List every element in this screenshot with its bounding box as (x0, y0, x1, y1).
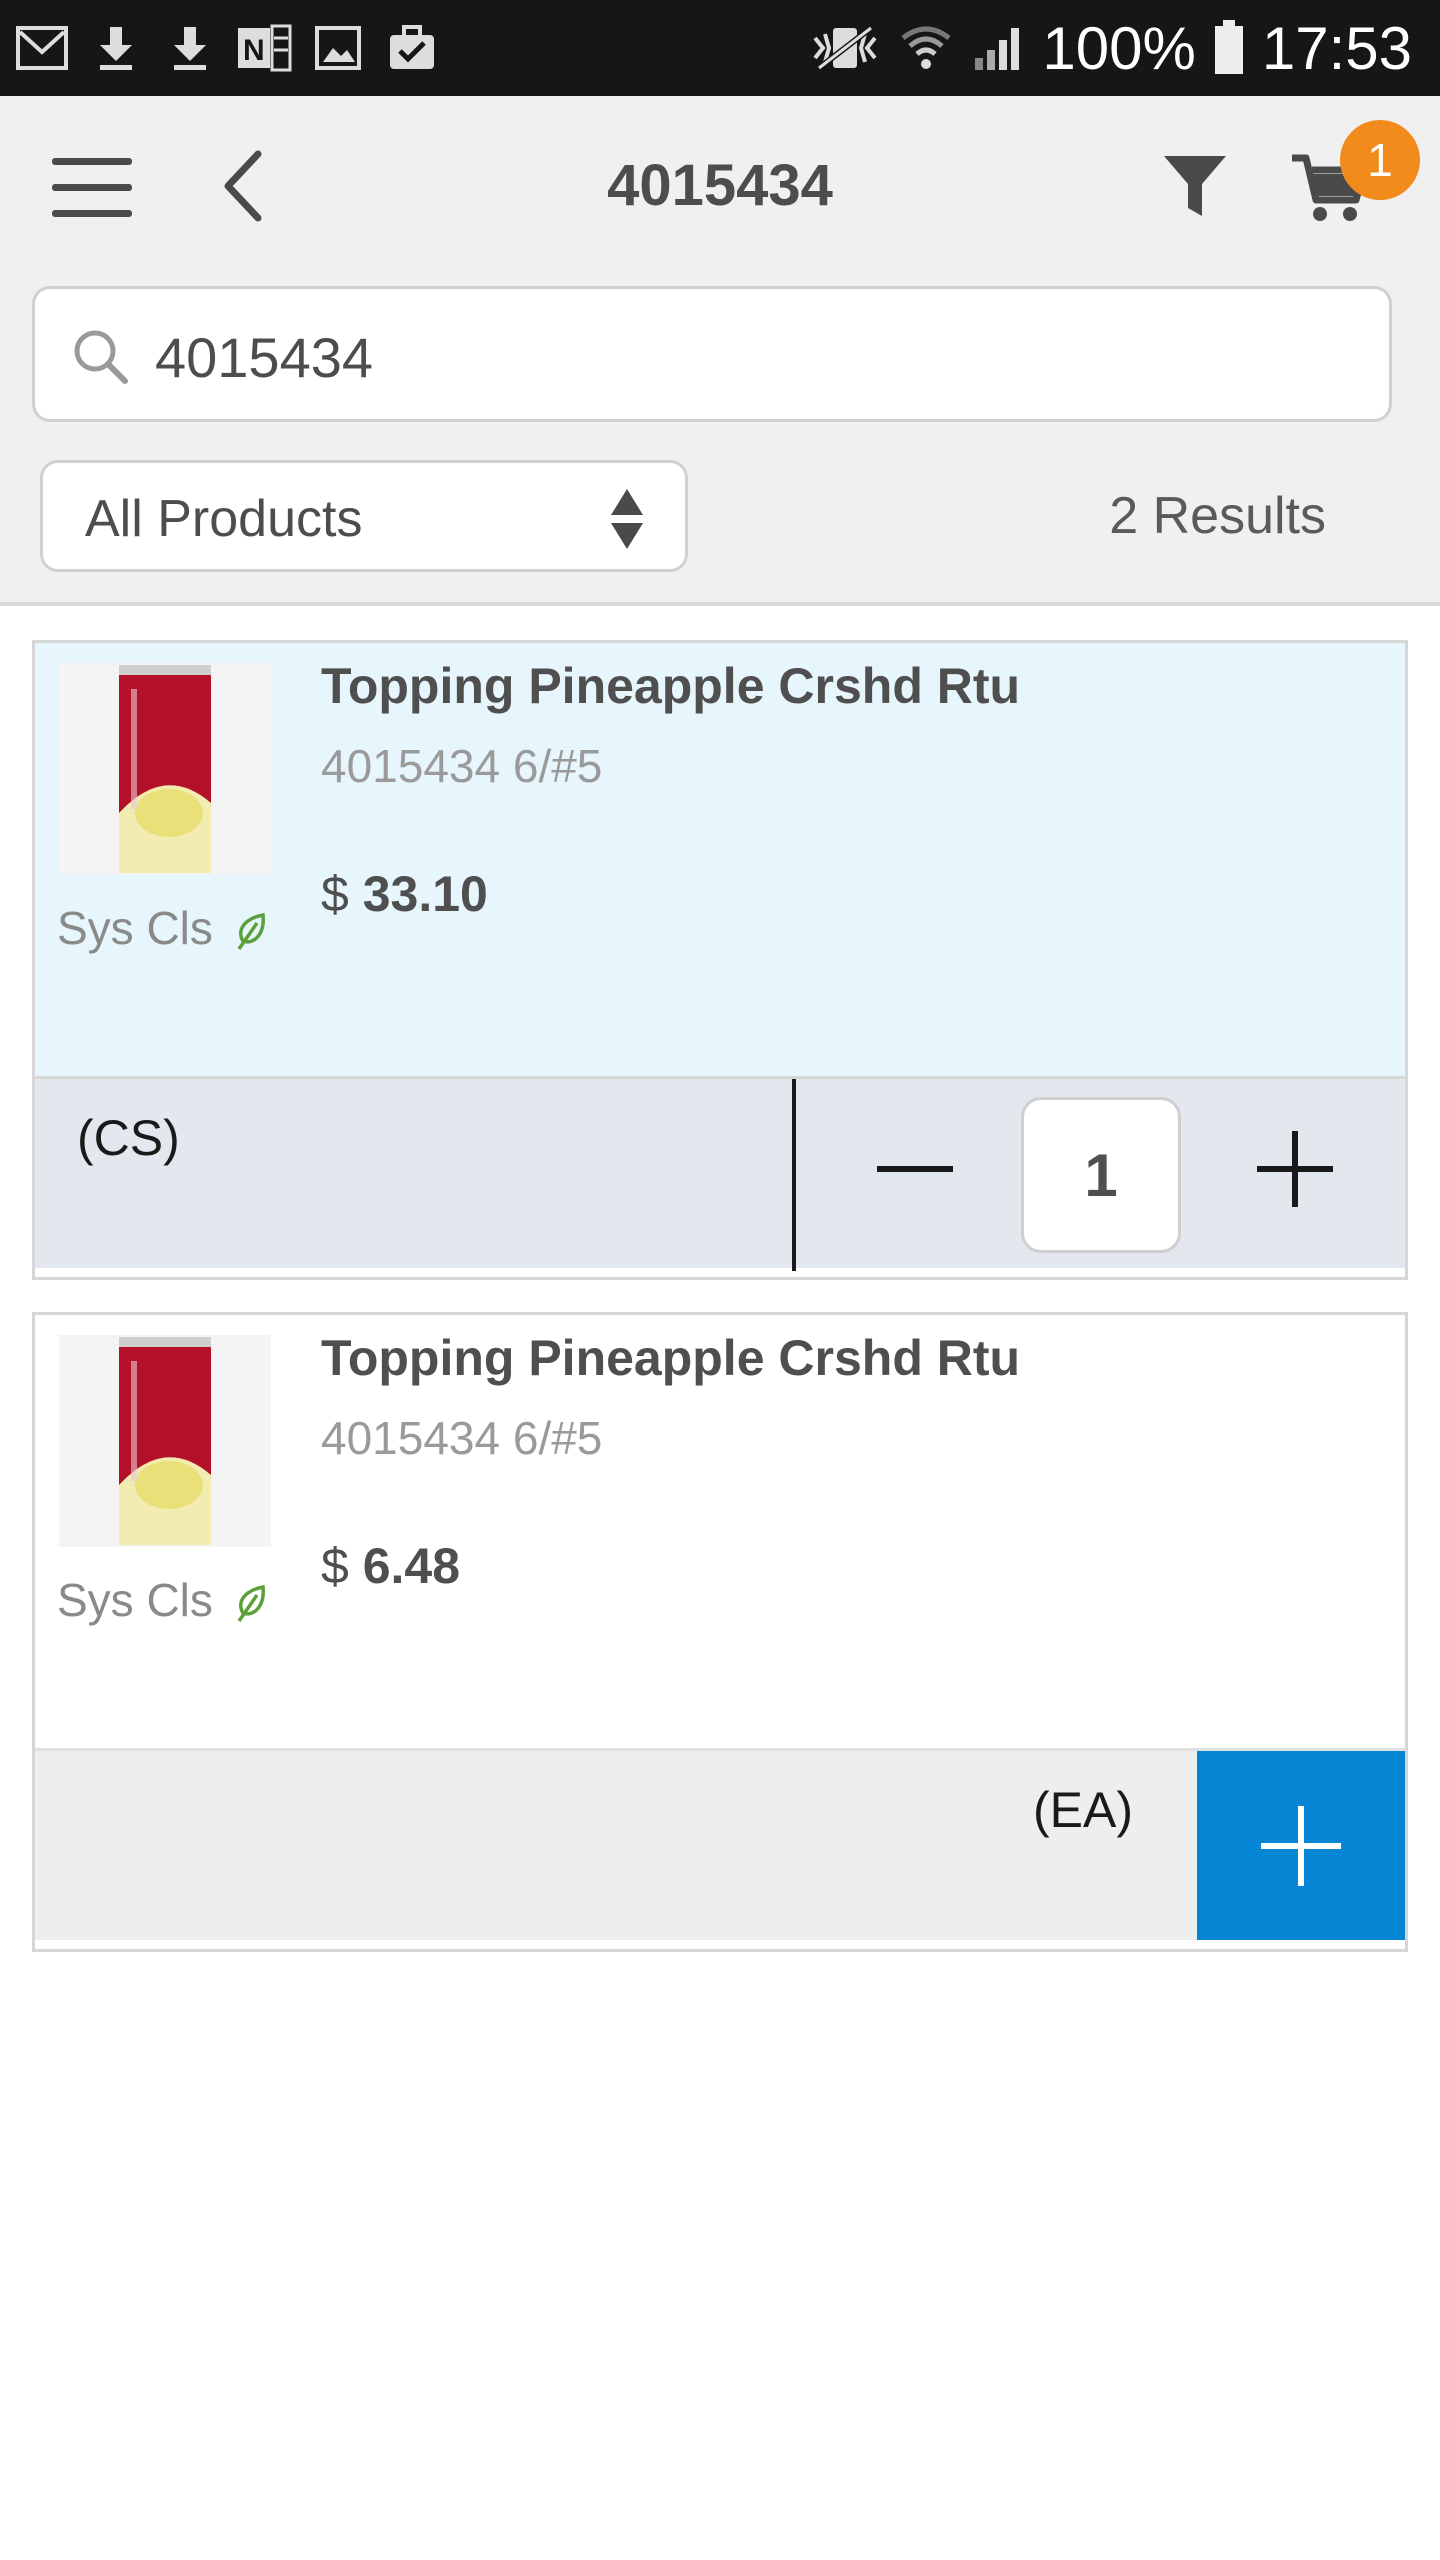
plus-icon (1261, 1805, 1341, 1886)
clock: 17:53 (1261, 14, 1412, 82)
status-bar: N 100% 17:53 (0, 0, 1440, 96)
product-name[interactable]: Topping Pineapple Crshd Rtu (321, 657, 1020, 715)
price-value: 33.10 (362, 866, 488, 922)
product-image (59, 1335, 271, 1547)
price-currency: $ (321, 1538, 349, 1594)
gmail-icon (14, 20, 70, 76)
search-icon (71, 327, 131, 387)
add-to-cart-button[interactable] (1197, 1751, 1405, 1940)
app-header: 4015434 1 (0, 96, 1440, 276)
product-name[interactable]: Topping Pineapple Crshd Rtu (321, 1329, 1020, 1387)
product-price: $ 6.48 (321, 1537, 460, 1595)
brand-label: Sys Cls (57, 902, 213, 954)
product-card-body[interactable]: Sys Cls Topping Pineapple Crshd Rtu 4015… (35, 643, 1405, 1076)
product-card[interactable]: Sys Cls Topping Pineapple Crshd Rtu 4015… (32, 1312, 1408, 1952)
wifi-icon (898, 20, 954, 76)
product-card[interactable]: Sys Cls Topping Pineapple Crshd Rtu 4015… (32, 640, 1408, 1280)
search-input[interactable] (155, 317, 1355, 397)
vibrate-icon (808, 20, 882, 76)
product-price: $ 33.10 (321, 865, 488, 923)
onenote-icon: N (236, 20, 292, 76)
product-code: 4015434 6/#5 (321, 740, 603, 792)
quantity-input[interactable]: 1 (1021, 1097, 1181, 1253)
order-controls: (CS) 1 (35, 1076, 1405, 1271)
filter-icon[interactable] (1160, 152, 1230, 222)
svg-text:N: N (243, 34, 265, 67)
decrease-quantity-button[interactable] (855, 1119, 975, 1219)
download-icon (162, 20, 218, 76)
cart-badge: 1 (1340, 120, 1420, 200)
clipboard-check-icon (384, 20, 440, 76)
price-value: 6.48 (362, 1538, 461, 1594)
signal-icon (970, 20, 1026, 76)
price-currency: $ (321, 866, 349, 922)
product-brand: Sys Cls (57, 1573, 271, 1627)
order-controls: (EA) (35, 1748, 1405, 1940)
product-code: 4015434 6/#5 (321, 1412, 603, 1464)
download-icon (88, 20, 144, 76)
leaf-icon (233, 1580, 271, 1622)
battery-icon (1212, 20, 1246, 76)
leaf-icon (233, 908, 271, 950)
status-bar-notifications: N (14, 0, 440, 96)
image-icon (310, 20, 366, 76)
unit-of-measure: (CS) (77, 1110, 180, 1166)
brand-label: Sys Cls (57, 1574, 213, 1626)
increase-quantity-button[interactable] (1235, 1119, 1355, 1219)
search-box[interactable] (32, 286, 1392, 422)
status-bar-system: 100% 17:53 (808, 0, 1412, 96)
select-sort-arrows-icon (599, 485, 655, 553)
search-section: All Products 2 Results (0, 276, 1440, 606)
product-brand: Sys Cls (57, 901, 271, 955)
product-image (59, 663, 271, 875)
product-card-body[interactable]: Sys Cls Topping Pineapple Crshd Rtu 4015… (35, 1315, 1405, 1748)
battery-percent: 100% (1042, 14, 1196, 82)
divider (792, 1079, 796, 1271)
results-count: 2 Results (1109, 487, 1326, 545)
product-category-selected: All Products (85, 490, 363, 548)
product-category-select[interactable]: All Products (40, 460, 688, 572)
unit-of-measure: (EA) (1033, 1782, 1133, 1838)
